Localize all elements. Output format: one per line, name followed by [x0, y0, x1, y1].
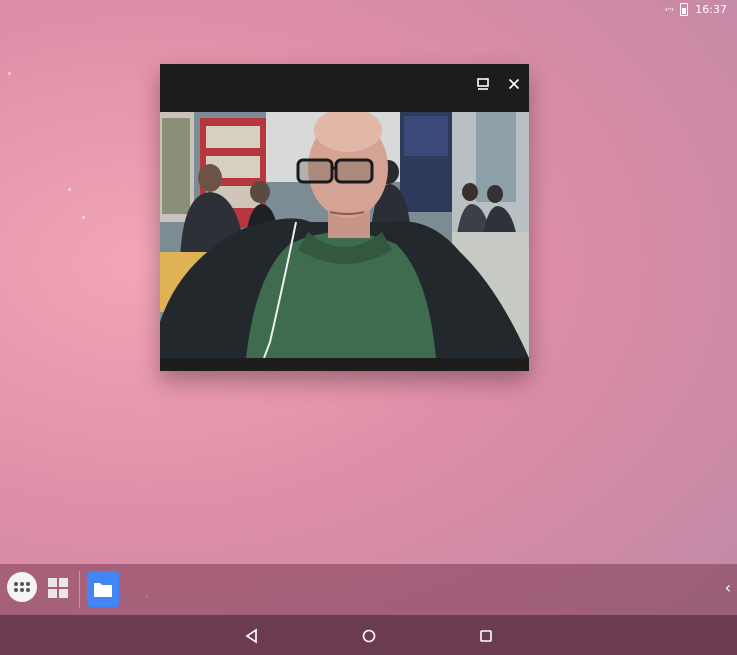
navigation-bar	[0, 615, 737, 655]
maximize-icon	[477, 78, 489, 90]
status-icons: ‹··› 16:37	[664, 3, 727, 16]
close-button[interactable]	[502, 72, 526, 96]
wallpaper-sparkle	[82, 216, 85, 219]
status-bar: ‹··› 16:37	[0, 0, 737, 22]
wallpaper-sparkle	[8, 72, 11, 75]
status-time: 16:37	[695, 3, 727, 16]
camera-preview	[160, 112, 529, 358]
app-drawer-button[interactable]	[7, 572, 37, 602]
recents-button[interactable]	[478, 628, 494, 648]
camera-preview-image	[160, 112, 529, 358]
back-button[interactable]	[244, 628, 260, 648]
wallpaper-sparkle	[68, 188, 71, 191]
recents-square-icon	[480, 630, 492, 642]
apps-grid-button[interactable]	[47, 577, 69, 599]
files-app-button[interactable]	[87, 571, 119, 607]
close-icon	[508, 78, 520, 90]
folder-icon	[94, 583, 112, 597]
back-triangle-icon	[245, 628, 257, 644]
dots-grid-icon	[14, 582, 30, 592]
home-circle-icon	[362, 629, 376, 643]
maximize-button[interactable]	[471, 72, 495, 96]
grid-icon	[48, 578, 68, 598]
window-titlebar[interactable]	[160, 64, 529, 112]
dock-expand-button[interactable]: ‹	[725, 578, 731, 597]
battery-icon	[680, 3, 689, 16]
dock-divider	[79, 571, 80, 608]
window-bottom-bar	[160, 358, 529, 371]
camera-window	[160, 64, 529, 371]
data-activity-icon: ‹··›	[664, 4, 674, 15]
home-button[interactable]	[361, 628, 377, 648]
taskbar-dock: ‹	[0, 564, 737, 615]
